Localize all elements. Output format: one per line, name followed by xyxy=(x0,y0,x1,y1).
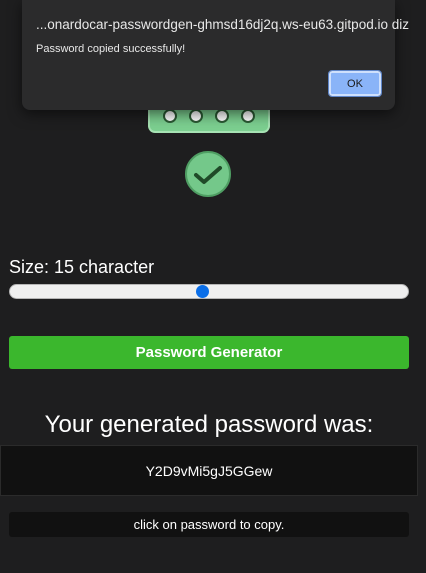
size-label: Size: 15 character xyxy=(9,257,155,277)
ok-button[interactable]: OK xyxy=(328,70,382,97)
generated-password[interactable]: Y2D9vMi5gJ5GGew xyxy=(0,445,418,496)
copy-hint: click on password to copy. xyxy=(9,512,409,537)
dialog-message: Password copied successfully! xyxy=(36,43,186,55)
checkmark-circle-icon xyxy=(185,151,231,197)
result-heading: Your generated password was: xyxy=(44,411,374,438)
alert-dialog: ...onardocar-passwordgen-ghmsd16dj2q.ws-… xyxy=(22,0,409,110)
dialog-title: ...onardocar-passwordgen-ghmsd16dj2q.ws-… xyxy=(36,17,409,32)
password-generator-button[interactable]: Password Generator xyxy=(9,336,409,369)
page: Size: 15 character Password Generator Yo… xyxy=(0,0,426,573)
